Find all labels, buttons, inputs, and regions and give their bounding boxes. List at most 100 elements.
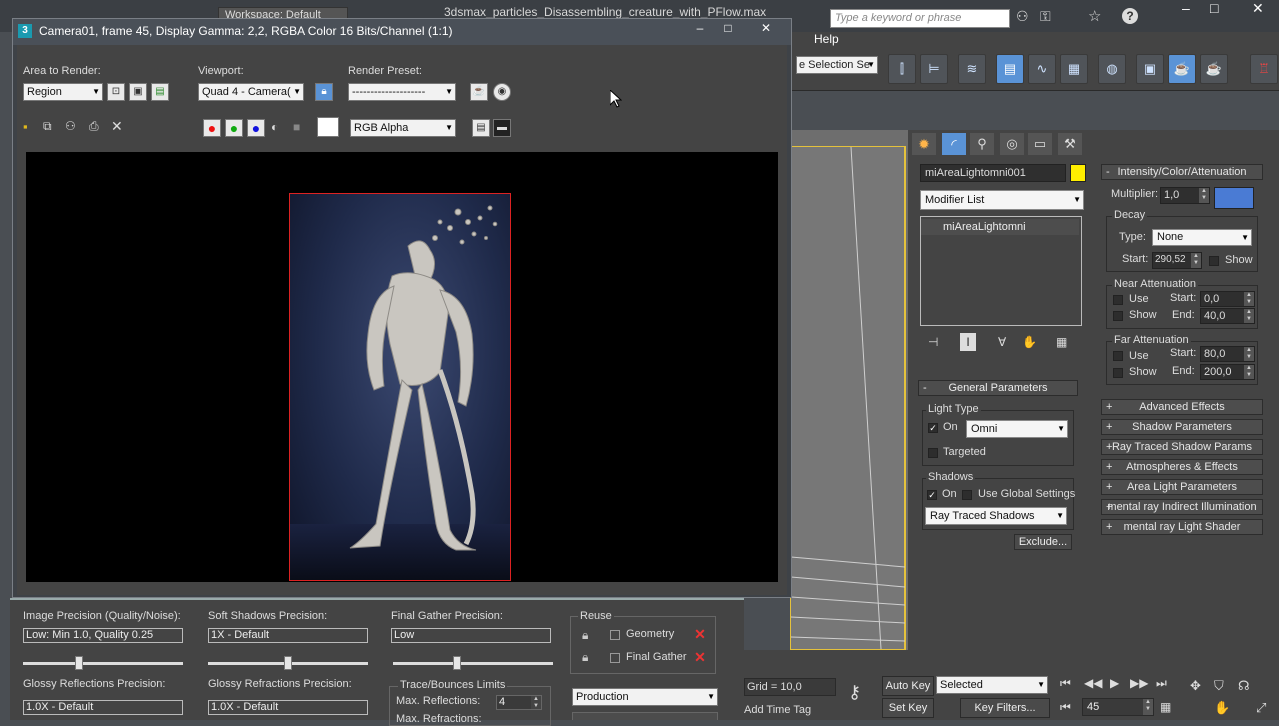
targeted-checkbox[interactable] — [928, 448, 938, 458]
key-mode-toggle-icon[interactable]: ⏮ — [1060, 700, 1071, 715]
image-precision-slider-thumb[interactable] — [75, 656, 83, 670]
environment-icon[interactable]: ◉ — [493, 83, 511, 101]
star-icon[interactable]: ☆ — [1088, 7, 1101, 25]
channel-dropdown[interactable]: RGB Alpha ▼ — [350, 119, 456, 137]
play-icon[interactable]: ▶ — [1110, 676, 1119, 690]
far-start-spinner[interactable]: 80,0 ▲ ▼ — [1200, 346, 1255, 362]
toggle-ui-overlay-icon[interactable]: ▤ — [472, 119, 490, 137]
render-frame-icon[interactable]: ☕ — [1168, 54, 1196, 84]
reuse-geometry-lock-icon[interactable]: 🔒︎ — [582, 628, 588, 643]
key-filters-button[interactable]: Key Filters... — [960, 698, 1050, 718]
decay-start-spinner[interactable]: 290,52 ▲ ▼ — [1152, 252, 1202, 269]
light-color-swatch[interactable] — [1214, 187, 1254, 209]
set-key-button[interactable]: Set Key — [882, 698, 934, 718]
object-name-field[interactable]: miAreaLightomni001 — [920, 164, 1066, 182]
help-icon[interactable]: ? — [1122, 8, 1138, 24]
render-minimize-button[interactable]: – — [687, 19, 713, 37]
decay-type-dropdown[interactable]: None ▼ — [1152, 229, 1252, 246]
render-icon[interactable]: ☕ — [1200, 54, 1228, 84]
far-show-checkbox[interactable] — [1113, 368, 1123, 378]
edit-region-icon[interactable]: ⊡ — [107, 83, 125, 101]
show-end-result-icon[interactable]: I — [960, 333, 976, 351]
render-maximize-button[interactable]: □ — [715, 19, 741, 37]
max-reflections-spinner[interactable]: 4 ▲ ▼ — [496, 695, 542, 710]
near-use-checkbox[interactable] — [1113, 295, 1123, 305]
near-start-spinner[interactable]: 0,0 ▲ ▼ — [1200, 291, 1255, 307]
clear-image-icon[interactable]: ✕ — [111, 118, 123, 135]
red-channel-icon[interactable]: ● — [203, 119, 221, 137]
pin-stack-icon[interactable]: ⊣ — [928, 335, 938, 349]
shadows-on-checkbox[interactable]: ✓ — [927, 490, 937, 500]
production-dropdown[interactable]: Production ▼ — [572, 688, 718, 706]
binoculars-icon[interactable]: ⚇ — [1016, 8, 1029, 25]
next-frame-icon[interactable]: ▶▶ — [1130, 676, 1148, 690]
goto-end-icon[interactable]: ⏭ — [1156, 676, 1167, 691]
near-show-checkbox[interactable] — [1113, 311, 1123, 321]
shadow-type-dropdown[interactable]: Ray Traced Shadows ▼ — [925, 507, 1067, 525]
modifier-stack[interactable]: miAreaLightomni — [920, 216, 1082, 326]
create-tab-icon[interactable]: ✹ — [912, 133, 936, 155]
use-global-checkbox[interactable] — [962, 490, 972, 500]
motion-tab-icon[interactable]: ◎ — [1000, 133, 1024, 155]
orbit-icon[interactable]: ⛉ — [1214, 678, 1224, 694]
render-region-icon[interactable]: ▤ — [151, 83, 169, 101]
render-setup-icon[interactable]: ▣ — [1136, 54, 1164, 84]
selection-set-dropdown[interactable]: e Selection Se ▼ — [796, 56, 878, 74]
modify-tab-icon[interactable]: ◜ — [942, 133, 966, 155]
render-region[interactable] — [289, 193, 511, 581]
near-end-spinner[interactable]: 40,0 ▲ ▼ — [1200, 308, 1255, 324]
light-on-checkbox[interactable]: ✓ — [928, 423, 938, 433]
light-type-dropdown[interactable]: Omni ▼ — [966, 420, 1068, 438]
reuse-fg-lock-icon[interactable]: 🔒︎ — [582, 650, 588, 665]
copy-image-icon[interactable]: ⧉ — [43, 119, 52, 134]
modifier-list-dropdown[interactable]: Modifier List ▼ — [920, 190, 1084, 210]
search-input[interactable]: Type a keyword or phrase — [830, 9, 1010, 28]
toggle-ui-icon[interactable]: ▬ — [493, 119, 511, 137]
auto-key-button[interactable]: Auto Key — [882, 676, 934, 696]
key-icon[interactable]: ⚿ — [1040, 8, 1051, 25]
selected-dropdown[interactable]: Selected ▼ — [936, 676, 1048, 694]
multiplier-spinner[interactable]: 1,0 ▲ ▼ — [1160, 187, 1210, 204]
auto-region-icon[interactable]: ▣ — [129, 83, 147, 101]
hierarchy-tab-icon[interactable]: ⚲ — [970, 133, 994, 155]
pan-icon[interactable]: ✥ — [1190, 678, 1201, 694]
scene-explorer-icon[interactable]: ▤ — [996, 54, 1024, 84]
green-channel-icon[interactable]: ● — [225, 119, 243, 137]
reuse-geometry-clear-icon[interactable]: ✕ — [692, 627, 708, 643]
area-to-render-dropdown[interactable]: Region ▼ — [23, 83, 103, 101]
hand-pan-icon[interactable]: ✋ — [1214, 700, 1230, 716]
rollout-atmospheres-effects[interactable]: + Atmospheres & Effects — [1101, 459, 1263, 475]
render-button-partial[interactable] — [572, 712, 718, 720]
far-end-spinner[interactable]: 200,0 ▲ ▼ — [1200, 364, 1255, 380]
object-color-swatch[interactable] — [1070, 164, 1086, 182]
viewport-dropdown[interactable]: Quad 4 - Camera(▼ — [198, 83, 304, 101]
extra-tool-icon[interactable]: ♖ — [1250, 54, 1278, 84]
layer-icon[interactable]: ≋ — [958, 54, 986, 84]
blue-channel-icon[interactable]: ● — [247, 119, 265, 137]
make-unique-icon[interactable]: ∀ — [998, 335, 1006, 349]
maximize-viewport-icon[interactable]: ⤢ — [1256, 700, 1266, 716]
alpha-channel-icon[interactable]: ◐ — [271, 120, 278, 134]
rollout-advanced-effects[interactable]: + Advanced Effects — [1101, 399, 1263, 415]
mirror-icon[interactable]: ⫿ — [888, 54, 916, 84]
exclude-button[interactable]: Exclude... — [1014, 534, 1072, 550]
current-frame-field[interactable]: 45 ▲ ▼ — [1082, 698, 1154, 716]
final-gather-slider-track[interactable] — [393, 662, 553, 665]
render-setup-icon[interactable]: ☕ — [470, 83, 488, 101]
reuse-final-gather-checkbox[interactable] — [610, 653, 620, 663]
goto-start-icon[interactable]: ⏮ — [1060, 676, 1071, 691]
app-close-button[interactable]: ✕ — [1252, 0, 1264, 17]
final-gather-slider-thumb[interactable] — [453, 656, 461, 670]
rollout-mental-ray-light-shader[interactable]: + mental ray Light Shader — [1101, 519, 1263, 535]
prev-frame-icon[interactable]: ◀◀ — [1084, 676, 1102, 690]
display-tab-icon[interactable]: ▭ — [1028, 133, 1052, 155]
reuse-final-gather-clear-icon[interactable]: ✕ — [692, 650, 708, 666]
remove-modifier-icon[interactable]: ✋ — [1022, 335, 1037, 349]
stack-item[interactable]: miAreaLightomni — [921, 219, 1079, 235]
app-maximize-button[interactable]: □ — [1210, 0, 1218, 16]
rollout-mental-ray-indirect[interactable]: + mental ray Indirect Illumination — [1101, 499, 1263, 515]
add-time-tag-button[interactable]: Add Time Tag — [744, 704, 811, 716]
intensity-rollout-header[interactable]: - Intensity/Color/Attenuation — [1101, 164, 1263, 180]
render-window-titlebar[interactable]: 3 Camera01, frame 45, Display Gamma: 2,2… — [13, 19, 791, 45]
reuse-geometry-checkbox[interactable] — [610, 630, 620, 640]
